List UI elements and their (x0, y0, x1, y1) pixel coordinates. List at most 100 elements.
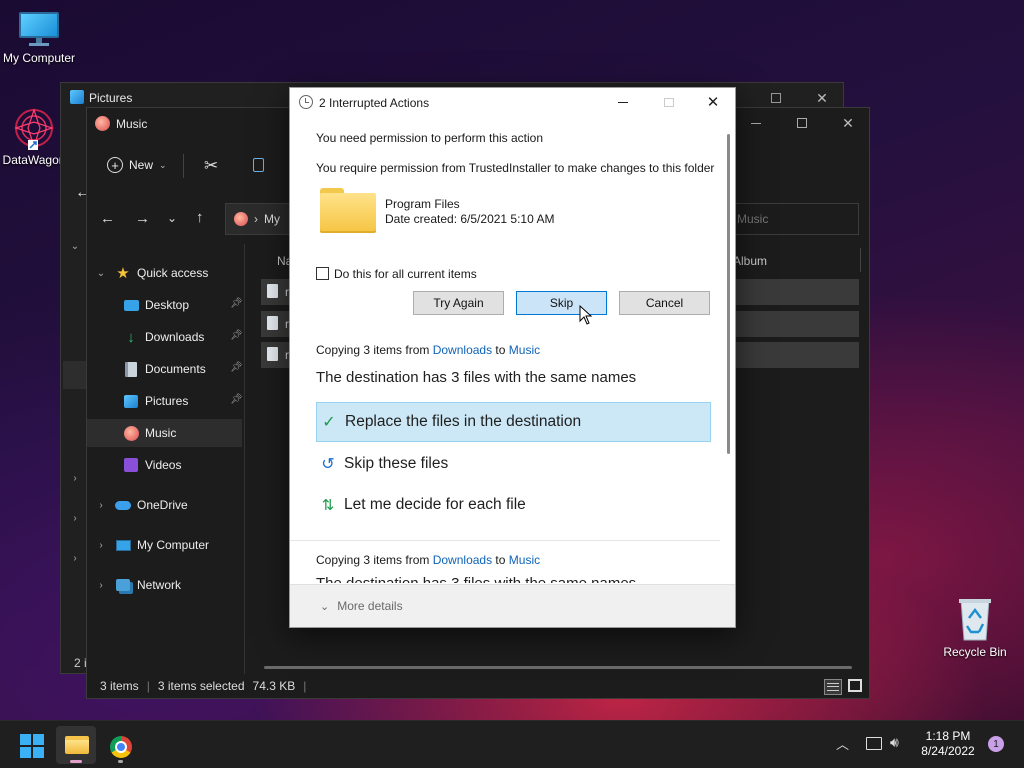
maximize-icon (771, 93, 781, 103)
monitor-icon (17, 10, 61, 48)
recent-button[interactable]: ⌄ (167, 211, 177, 225)
back-button[interactable]: ← (100, 210, 115, 227)
compare-icon: ⇅ (321, 497, 335, 514)
maximize-button[interactable] (779, 108, 825, 138)
chevron-down-icon[interactable]: ⌄ (67, 241, 83, 252)
copy-button[interactable] (253, 158, 264, 172)
minimize-button[interactable] (600, 88, 646, 116)
windows-logo-icon (20, 734, 44, 758)
nav-label: Music (145, 426, 177, 440)
nav-label: Desktop (145, 298, 190, 312)
new-button[interactable]: + New ⌄ (107, 157, 167, 173)
nav-item-documents[interactable]: Documents 📌︎ (87, 355, 243, 383)
nav-label: Quick access (137, 266, 209, 280)
folder-icon (320, 188, 376, 233)
nav-item-downloads[interactable]: ↓ Downloads 📌︎ (87, 323, 242, 351)
destination-link[interactable]: Music (509, 343, 540, 357)
nav-onedrive[interactable]: › OneDrive (87, 491, 242, 519)
show-hidden-icons-button[interactable]: ︿ (836, 734, 849, 753)
dialog-footer: ⌄ More details (290, 584, 735, 627)
desktop-icon-label: Recycle Bin (943, 645, 1007, 659)
pin-icon[interactable]: 📌︎ (230, 330, 243, 342)
decide-each-option[interactable]: ⇅ Let me decide for each file (316, 485, 711, 525)
try-again-button[interactable]: Try Again (413, 291, 504, 315)
pictures-app-icon (70, 90, 84, 104)
apply-all-checkbox[interactable] (316, 267, 329, 280)
chevron-right-icon[interactable]: › (67, 553, 83, 564)
column-header-album[interactable]: Album (733, 254, 767, 268)
selected-row-fragment (63, 361, 87, 389)
volume-icon[interactable]: 🔊︎ (890, 734, 899, 751)
nav-my-computer[interactable]: › My Computer (87, 531, 242, 559)
nav-label: OneDrive (137, 498, 188, 512)
skip-files-option[interactable]: ↺ Skip these files (316, 444, 711, 484)
search-placeholder: Music (737, 212, 769, 226)
chevron-right-icon[interactable]: › (67, 473, 83, 484)
status-item-count: 3 items (100, 679, 139, 693)
forward-arrow-icon: → (135, 210, 150, 227)
pictures-icon (123, 393, 139, 409)
horizontal-scrollbar[interactable] (264, 666, 852, 669)
chevron-right-icon[interactable]: › (67, 513, 83, 524)
network-icon (115, 577, 131, 593)
tiles-view-button[interactable] (848, 679, 864, 695)
date-text: 8/24/2022 (921, 744, 975, 758)
nav-item-pictures[interactable]: Pictures 📌︎ (87, 387, 243, 415)
minimize-button[interactable] (733, 108, 779, 138)
clock[interactable]: 1:18 PM 8/24/2022 (910, 729, 986, 759)
address-bar[interactable]: › My (225, 203, 295, 235)
desktop-icon-my-computer[interactable]: My Computer (0, 10, 79, 65)
source-link[interactable]: Downloads (433, 553, 492, 567)
minimize-icon (751, 122, 761, 124)
cancel-button[interactable]: Cancel (619, 291, 710, 315)
status-text: 2 i (74, 656, 87, 670)
time-text: 1:18 PM (925, 729, 971, 743)
nav-network[interactable]: › Network (87, 571, 242, 599)
option-label: Skip these files (344, 455, 449, 472)
minimize-icon (618, 101, 628, 103)
taskbar-chrome[interactable] (104, 726, 138, 764)
source-link[interactable]: Downloads (433, 343, 492, 357)
cut-button[interactable]: ✂ (204, 156, 218, 176)
destination-link[interactable]: Music (509, 553, 540, 567)
permission-heading: You need permission to perform this acti… (316, 131, 544, 145)
running-indicator (118, 760, 123, 763)
conflict-heading: The destination has 3 files with the sam… (316, 369, 637, 386)
scissors-icon: ✂ (204, 156, 219, 175)
nav-item-videos[interactable]: Videos (87, 451, 242, 479)
music-icon (123, 425, 139, 441)
start-button[interactable] (20, 734, 44, 758)
network-status-icon[interactable] (866, 737, 882, 750)
skip-button[interactable]: Skip (516, 291, 607, 315)
file-icon (267, 347, 278, 361)
desktop-icon (123, 297, 139, 313)
nav-label: Pictures (145, 394, 189, 408)
file-icon (267, 284, 278, 298)
desktop-icon-recycle-bin[interactable]: Recycle Bin (935, 596, 1015, 659)
up-button[interactable]: ↑ (196, 209, 204, 226)
checkbox-label: Do this for all current items (334, 267, 477, 281)
more-details-toggle[interactable]: ⌄ More details (320, 599, 403, 613)
replace-files-option[interactable]: ✓ Replace the files in the destination (316, 402, 711, 442)
nav-quick-access[interactable]: ⌄ ★ Quick access (87, 259, 242, 287)
pin-icon[interactable]: 📌︎ (230, 298, 243, 310)
option-label: Let me decide for each file (344, 496, 526, 513)
details-view-button[interactable] (824, 679, 842, 695)
taskbar-file-explorer[interactable] (56, 726, 96, 764)
search-input[interactable]: Music (727, 203, 859, 235)
close-button[interactable]: ✕ (690, 88, 736, 116)
star-icon: ★ (116, 265, 130, 282)
chevron-right-icon: › (99, 499, 103, 511)
taskbar: ︿ 🔊︎ 1:18 PM 8/24/2022 1 (0, 720, 1024, 768)
close-button[interactable]: ✕ (825, 108, 871, 138)
forward-button[interactable]: → (135, 210, 150, 227)
nav-item-desktop[interactable]: Desktop 📌︎ (87, 291, 243, 319)
nav-item-music[interactable]: Music (87, 419, 242, 447)
vertical-scrollbar[interactable] (727, 134, 730, 454)
maximize-icon (664, 97, 674, 107)
pin-icon[interactable]: 📌︎ (230, 362, 243, 374)
pane-divider (244, 244, 245, 674)
conflict-heading-partial: The destination has 3 files with the sam… (316, 575, 716, 583)
pin-icon[interactable]: 📌︎ (230, 394, 243, 406)
notification-badge[interactable]: 1 (988, 736, 1004, 752)
